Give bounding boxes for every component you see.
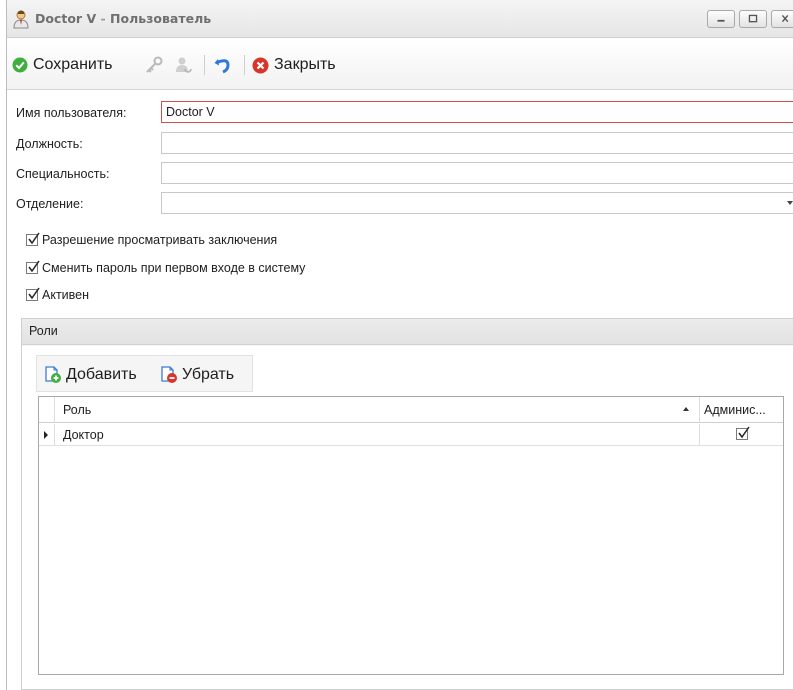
check-icon bbox=[28, 287, 40, 300]
check-icon bbox=[28, 232, 40, 245]
title-bar[interactable]: Doctor V - Пользователь bbox=[7, 0, 793, 38]
change-password-first-login-checkbox[interactable]: Сменить пароль при первом входе в систем… bbox=[26, 260, 305, 275]
close-label: Закрыть bbox=[274, 56, 336, 73]
checkbox-checked[interactable] bbox=[26, 260, 40, 274]
roles-group-title: Роли bbox=[29, 324, 58, 338]
save-button[interactable]: Сохранить bbox=[12, 54, 113, 76]
checkbox-checked[interactable] bbox=[26, 287, 40, 301]
roles-group: Роли Добавить Убрать Роль Админис... Док… bbox=[21, 318, 793, 690]
column-header-admin[interactable]: Админис... bbox=[704, 403, 766, 417]
minimize-button[interactable] bbox=[707, 10, 735, 28]
table-row[interactable]: Доктор bbox=[39, 424, 783, 446]
department-label: Отделение: bbox=[16, 197, 84, 211]
role-cell[interactable]: Доктор bbox=[63, 428, 104, 442]
check-circle-icon bbox=[12, 57, 28, 73]
allow-view-conclusions-checkbox[interactable]: Разрешение просматривать заключения bbox=[26, 232, 277, 247]
roles-grid[interactable]: Роль Админис... Доктор bbox=[38, 396, 784, 675]
check-icon bbox=[28, 260, 40, 273]
toolbar-separator bbox=[244, 55, 245, 75]
username-label: Имя пользователя: bbox=[16, 106, 127, 120]
specialty-field[interactable] bbox=[161, 162, 793, 184]
close-button[interactable]: Закрыть bbox=[252, 54, 336, 76]
close-window-button[interactable] bbox=[771, 10, 793, 28]
undo-button[interactable] bbox=[213, 54, 233, 76]
current-row-icon bbox=[44, 431, 48, 439]
chevron-down-icon[interactable] bbox=[787, 201, 793, 205]
cancel-circle-icon bbox=[252, 57, 269, 73]
admin-checkbox[interactable] bbox=[736, 426, 750, 440]
username-value: Doctor V bbox=[166, 105, 215, 119]
toolbar-separator bbox=[204, 55, 205, 75]
username-field[interactable]: Doctor V bbox=[161, 101, 793, 123]
window-title: Doctor V - Пользователь bbox=[35, 11, 212, 26]
active-checkbox[interactable]: Активен bbox=[26, 287, 89, 302]
column-header-role[interactable]: Роль bbox=[63, 403, 91, 417]
add-page-icon bbox=[45, 366, 61, 383]
sort-ascending-icon bbox=[683, 407, 689, 411]
add-role-label: Добавить bbox=[66, 366, 137, 383]
add-role-button[interactable]: Добавить bbox=[43, 365, 137, 385]
roles-group-header: Роли bbox=[22, 319, 793, 345]
sync-user-button[interactable] bbox=[173, 54, 193, 76]
specialty-label: Специальность: bbox=[16, 167, 110, 181]
key-icon bbox=[146, 56, 163, 73]
remove-page-icon bbox=[161, 366, 177, 383]
grid-header: Роль Админис... bbox=[39, 397, 783, 423]
checkbox-checked[interactable] bbox=[26, 232, 40, 246]
position-label: Должность: bbox=[16, 137, 83, 151]
user-icon bbox=[12, 9, 30, 29]
user-edit-window: Doctor V - Пользователь Сохранить Закрыт… bbox=[6, 0, 793, 690]
remove-role-button[interactable]: Убрать bbox=[159, 365, 234, 385]
roles-toolbar: Добавить Убрать bbox=[36, 355, 253, 392]
save-label: Сохранить bbox=[33, 56, 113, 73]
close-icon bbox=[781, 14, 789, 23]
position-field[interactable] bbox=[161, 132, 793, 154]
maximize-button[interactable] bbox=[739, 10, 767, 28]
main-toolbar: Сохранить Закрыть bbox=[7, 38, 793, 90]
row-indicator-header bbox=[39, 397, 55, 423]
department-select[interactable] bbox=[161, 192, 793, 214]
remove-role-label: Убрать bbox=[182, 366, 235, 383]
user-sync-icon bbox=[176, 57, 192, 73]
check-icon bbox=[738, 426, 750, 439]
change-password-button[interactable] bbox=[144, 54, 164, 76]
minimize-icon bbox=[717, 19, 725, 22]
undo-icon bbox=[214, 59, 230, 74]
maximize-icon bbox=[748, 14, 758, 23]
